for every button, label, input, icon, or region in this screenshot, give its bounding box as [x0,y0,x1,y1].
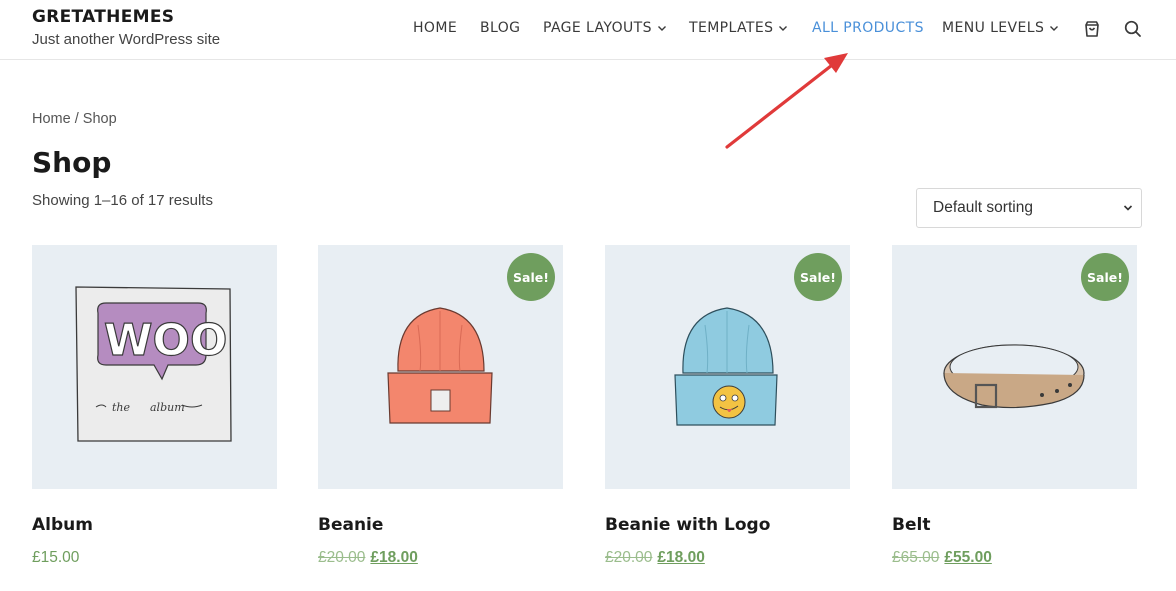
product-old-price: £20.00 [605,549,653,566]
nav-item-label: ALL PRODUCTS [812,20,924,36]
product-old-price: £20.00 [318,549,366,566]
nav-item-blog[interactable]: BLOG [480,20,520,36]
search-icon[interactable] [1123,19,1143,39]
product-image-beanie[interactable]: Sale! [318,245,563,489]
sorting-selected-value: Default sorting [933,199,1033,216]
nav-item-page-layouts[interactable]: PAGE LAYOUTS [543,20,667,36]
chevron-down-icon [1123,205,1133,211]
nav-item-label: MENU LEVELS [942,20,1045,36]
product-regular-price: £15.00 [32,549,80,566]
breadcrumb-separator: / [70,111,83,127]
chevron-down-icon [779,26,788,31]
product-name[interactable]: Album [32,515,93,535]
product-old-price: £65.00 [892,549,940,566]
breadcrumb: Home / Shop [32,111,117,127]
product-image-beanie-with-logo[interactable]: Sale! [605,245,850,489]
product-sale-price: £18.00 [657,549,705,566]
product-image-belt[interactable]: Sale! [892,245,1137,489]
annotation-arrow [725,53,848,149]
chevron-down-icon [657,26,666,31]
woo-album-art-icon: WOO the album [75,286,232,442]
product-price: £65.00 £55.00 [892,549,992,567]
product-price: £20.00 £18.00 [605,549,705,567]
cart-icon[interactable] [1082,19,1102,39]
result-count: Showing 1–16 of 17 results [32,192,213,209]
product-card-beanie[interactable]: Sale! Beanie £20.00 £18.00 [318,245,563,566]
product-card-beanie-with-logo[interactable]: Sale! Beanie with Logo £20.00 £18.00 [605,245,850,566]
nav-item-label: BLOG [480,20,521,36]
site-header: GRETATHEMES Just another WordPress site … [0,0,1176,60]
nav-item-all-products[interactable]: ALL PRODUCTS [812,20,924,36]
nav-item-templates[interactable]: TEMPLATES [689,20,788,36]
breadcrumb-home-link[interactable]: Home [32,111,71,127]
product-sale-price: £18.00 [370,549,418,566]
svg-text:the: the [112,401,131,414]
nav-item-label: HOME [413,20,458,36]
site-tagline: Just another WordPress site [32,31,221,48]
breadcrumb-current: Shop [82,111,117,127]
product-name[interactable]: Beanie [318,515,383,535]
sale-badge: Sale! [794,253,842,301]
product-name[interactable]: Belt [892,515,930,535]
site-title[interactable]: GRETATHEMES [32,7,174,27]
page-title: Shop [32,146,112,179]
chevron-down-icon [1050,26,1059,31]
product-image-album[interactable]: WOO the album [32,245,277,489]
sale-badge: Sale! [1081,253,1129,301]
product-card-belt[interactable]: Sale! Belt £65.00 £55.00 [892,245,1137,566]
nav-item-menu-levels[interactable]: MENU LEVELS [942,20,1059,36]
sorting-select[interactable]: Default sorting [916,188,1142,228]
nav-item-label: TEMPLATES [689,20,774,36]
product-card-album[interactable]: WOO the album Album £15.00 [32,245,277,566]
sale-badge: Sale! [507,253,555,301]
svg-text:album: album [150,401,185,414]
product-sale-price: £55.00 [944,549,992,566]
product-price: £20.00 £18.00 [318,549,418,567]
product-name[interactable]: Beanie with Logo [605,515,770,535]
nav-item-label: PAGE LAYOUTS [543,20,652,36]
nav-item-home[interactable]: HOME [413,20,457,36]
product-price: £15.00 [32,549,79,567]
woo-logo-text: WOO [104,315,227,366]
